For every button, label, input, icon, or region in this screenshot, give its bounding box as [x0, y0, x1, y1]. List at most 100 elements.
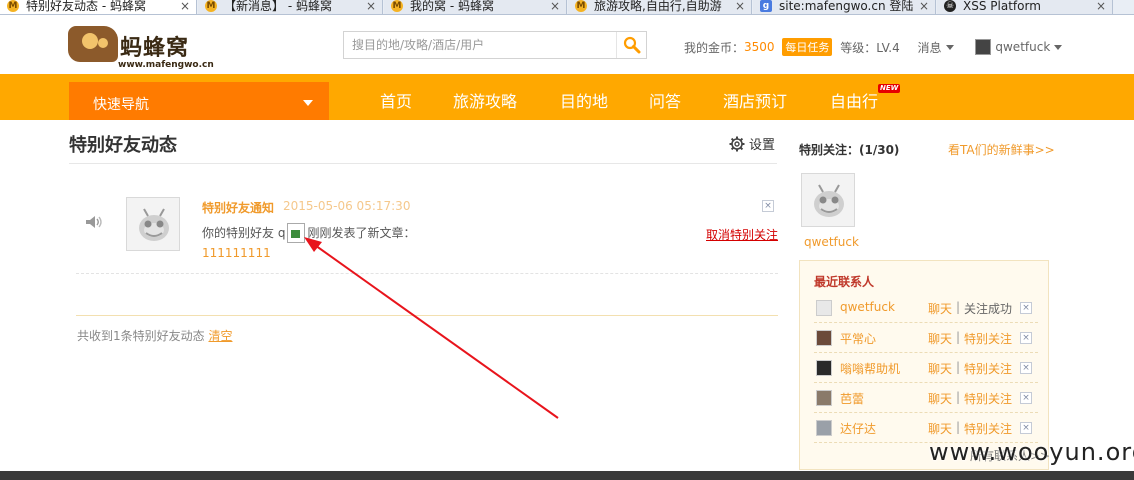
- special-follow-avatar[interactable]: [801, 173, 855, 227]
- unfollow-link[interactable]: 取消特别关注: [706, 226, 778, 243]
- page-title: 特别好友动态: [69, 135, 177, 156]
- tab-close-icon[interactable]: ×: [735, 0, 745, 13]
- separator: |: [956, 300, 961, 314]
- browser-tab-strip: M 特别好友动态 - 蚂蜂窝 × M 【新消息】 - 蚂蜂窝 × M 我的窝 -…: [0, 0, 1134, 15]
- contact-avatar[interactable]: [816, 420, 832, 436]
- friend-avatar[interactable]: [126, 197, 180, 251]
- browser-tab-travel-guide[interactable]: M 旅游攻略,自由行,自助游 ×: [568, 0, 752, 14]
- user-menu[interactable]: qwetfuck: [995, 40, 1063, 54]
- feed-text-before: 你的特别好友 q: [202, 226, 286, 240]
- nav-free-travel[interactable]: 自由行: [830, 88, 878, 112]
- tab-title: XSS Platform: [963, 0, 1041, 13]
- quick-nav-dropdown[interactable]: 快速导航: [69, 82, 329, 120]
- user-avatar[interactable]: [975, 39, 992, 55]
- contact-name[interactable]: qwetfuck: [840, 300, 895, 314]
- remove-contact-icon[interactable]: ×: [1020, 392, 1032, 404]
- gear-icon: [729, 136, 745, 152]
- tab-title: 【新消息】 - 蚂蜂窝: [224, 0, 332, 13]
- nav-travel-guides[interactable]: 旅游攻略: [453, 88, 517, 112]
- watermark: www.wooyun.org: [929, 438, 1134, 466]
- chat-link[interactable]: 聊天: [928, 360, 952, 377]
- follow-status: 关注成功: [964, 302, 1013, 316]
- search-button[interactable]: [616, 32, 646, 58]
- google-favicon-icon: g: [760, 0, 772, 12]
- summary-divider: [76, 315, 778, 316]
- special-follow-link[interactable]: 特别关注: [964, 330, 1012, 347]
- feed-item-text: 你的特别好友 q 刚刚发表了新文章：: [202, 223, 415, 243]
- contact-row: 平常心 聊天 | 特别关注 ×: [814, 323, 1038, 353]
- tab-close-icon[interactable]: ×: [919, 0, 929, 13]
- clear-link[interactable]: 清空: [208, 329, 232, 343]
- browser-tab-xss-platform[interactable]: ☠ XSS Platform ×: [937, 0, 1113, 14]
- feed-text-after: 刚刚发表了新文章：: [307, 226, 416, 240]
- site-logo[interactable]: 蚂蜂窝 www.mafengwo.cn: [68, 22, 214, 70]
- chat-link[interactable]: 聊天: [928, 420, 952, 437]
- contact-name[interactable]: 达仔达: [840, 420, 876, 437]
- separator: |: [956, 390, 961, 404]
- special-follow-link[interactable]: 特别关注: [964, 360, 1012, 377]
- daily-task-button[interactable]: 每日任务: [782, 38, 833, 56]
- feed-close-icon[interactable]: ×: [762, 200, 774, 212]
- bee-avatar-icon: [139, 208, 169, 241]
- coins-label: 我的金币：: [684, 40, 745, 55]
- quick-nav-label: 快速导航: [93, 97, 149, 113]
- search-box: [343, 31, 647, 59]
- tab-close-icon[interactable]: ×: [366, 0, 376, 13]
- remove-contact-icon[interactable]: ×: [1020, 422, 1032, 434]
- chat-link[interactable]: 聊天: [928, 300, 952, 317]
- contact-name[interactable]: 芭蕾: [840, 390, 864, 407]
- feed-divider: [76, 273, 778, 274]
- settings-label: 设置: [749, 138, 776, 153]
- remove-contact-icon[interactable]: ×: [1020, 362, 1032, 374]
- feed-summary: 共收到1条特别好友动态 清空: [77, 327, 232, 344]
- nav-home[interactable]: 首页: [380, 88, 412, 112]
- special-follow-name[interactable]: qwetfuck: [804, 235, 859, 249]
- user-level: 等级：LV.4: [840, 40, 900, 55]
- chevron-down-icon: [945, 44, 954, 50]
- contact-name[interactable]: 嗡嗡帮助机: [840, 360, 900, 377]
- tab-close-icon[interactable]: ×: [180, 0, 190, 13]
- tab-title: 我的窝 - 蚂蜂窝: [410, 0, 494, 13]
- feed-item-time: 2015-05-06 05:17:30: [283, 199, 411, 213]
- special-follow-link[interactable]: 特别关注: [964, 390, 1012, 407]
- contact-row: qwetfuck 聊天 | 关注成功 ×: [814, 293, 1038, 323]
- remove-contact-icon[interactable]: ×: [1020, 302, 1032, 314]
- mafengwo-favicon-icon: M: [7, 0, 19, 12]
- nav-qa[interactable]: 问答: [649, 88, 681, 112]
- remove-contact-icon[interactable]: ×: [1020, 332, 1032, 344]
- coins-value: 3500: [744, 40, 775, 54]
- contact-avatar[interactable]: [816, 390, 832, 406]
- tab-close-icon[interactable]: ×: [1096, 0, 1106, 13]
- browser-tab-google-search[interactable]: g site:mafengwo.cn 登陆 ×: [753, 0, 936, 14]
- new-badge: NEW: [878, 84, 901, 93]
- contact-name[interactable]: 平常心: [840, 330, 876, 347]
- logo-bee-icon: [68, 26, 118, 62]
- search-input[interactable]: [344, 32, 616, 58]
- contact-avatar[interactable]: [816, 330, 832, 346]
- messages-label: 消息: [917, 40, 942, 55]
- mafengwo-favicon-icon: M: [205, 0, 217, 12]
- recent-contacts-title: 最近联系人: [814, 275, 875, 289]
- user-bar: 我的金币：3500 每日任务 等级：LV.4 消息 qwetfuck: [684, 38, 1063, 56]
- browser-tab-new-messages[interactable]: M 【新消息】 - 蚂蜂窝 ×: [198, 0, 383, 14]
- nav-destinations[interactable]: 目的地: [560, 88, 608, 112]
- messages-menu[interactable]: 消息: [918, 39, 954, 56]
- contact-avatar[interactable]: [816, 360, 832, 376]
- special-follow-link[interactable]: 特别关注: [964, 420, 1012, 437]
- browser-tab-my-nest[interactable]: M 我的窝 - 蚂蜂窝 ×: [384, 0, 567, 14]
- settings-button[interactable]: 设置: [729, 134, 775, 153]
- nav-hotel-booking[interactable]: 酒店预订: [723, 88, 787, 112]
- mafengwo-favicon-icon: M: [575, 0, 587, 12]
- tab-close-icon[interactable]: ×: [550, 0, 560, 13]
- search-icon: [623, 36, 641, 54]
- chat-link[interactable]: 聊天: [928, 330, 952, 347]
- speaker-icon: [86, 216, 102, 228]
- browser-tab-friend-feed[interactable]: M 特别好友动态 - 蚂蜂窝 ×: [0, 0, 197, 14]
- separator: |: [956, 420, 961, 434]
- article-link[interactable]: 111111111: [202, 246, 271, 260]
- special-follow-more-link[interactable]: 看TA们的新鲜事>>: [948, 141, 1055, 158]
- contact-avatar[interactable]: [816, 300, 832, 316]
- logo-name: 蚂蜂窝: [120, 35, 190, 61]
- chat-link[interactable]: 聊天: [928, 390, 952, 407]
- contact-row: 嗡嗡帮助机 聊天 | 特别关注 ×: [814, 353, 1038, 383]
